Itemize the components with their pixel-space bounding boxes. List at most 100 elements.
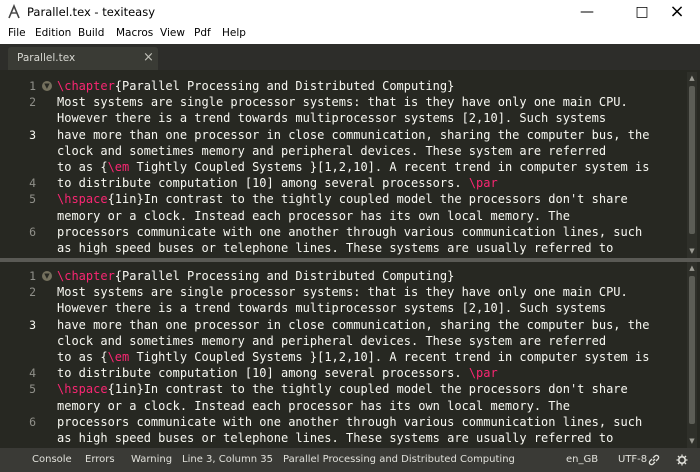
code-line[interactable]: to as {\em Tightly Coupled Systems }[1,2… [0,349,700,365]
scroll-thumb[interactable] [689,276,695,424]
latex-command: \em [107,160,130,174]
code-segment: {1in}In contrast to the tightly coupled … [107,382,628,397]
code-line[interactable]: 2 Most systems are single processor syste… [0,284,700,300]
code-text: \chapter{Parallel Processing and Distrib… [57,78,454,94]
code-segment: to distribute computation [10] among sev… [57,176,469,191]
line-number: 5 [29,192,36,207]
encoding-indicator[interactable]: UTF-8 [618,454,647,465]
latex-command: \hspace [57,192,108,207]
code-text: However there is a trend towards multipr… [57,110,606,126]
fold-icon[interactable]: ▼ [42,271,52,281]
latex-command: \par [468,176,498,191]
code-text: have more than one processor in close co… [57,127,649,143]
code-line[interactable]: 1 ▼ \chapter{Parallel Processing and Distr… [0,268,700,284]
code-text: to distribute computation [10] among sev… [57,365,498,381]
code-text: \chapter{Parallel Processing and Distrib… [57,268,454,284]
menu-file[interactable]: File [8,27,26,39]
code-segment: {Parallel Processing and Distributed Com… [114,79,455,93]
menu-build[interactable]: Build [78,27,104,39]
code-line[interactable]: However there is a trend towards multipr… [0,300,700,316]
scrollbar-bottom[interactable]: ▲ ▼ [687,262,697,448]
code-text: clock and sometimes memory and periphera… [57,143,606,159]
scroll-down-icon[interactable]: ▼ [688,247,696,255]
code-text: Most systems are single processor system… [57,284,628,300]
editor-pane-bottom[interactable]: 1 ▼ \chapter{Parallel Processing and Distr… [0,262,700,448]
language-indicator[interactable]: en_GB [566,454,598,465]
code-segment: processors communicate with one another … [57,414,643,429]
errors-toggle[interactable]: Errors [85,454,115,465]
code-text: Most systems are single processor system… [57,94,628,110]
tab-close-icon[interactable]: × [143,50,154,65]
code-line[interactable]: memory or a clock. Instead each processo… [0,398,700,414]
link-icon[interactable] [648,454,660,466]
code-line[interactable]: 6 processors communicate with one another… [0,224,700,240]
close-icon: × [669,1,685,22]
fold-icon[interactable]: ▼ [42,81,52,91]
latex-command: \em [107,350,130,364]
tab-parallel-tex[interactable]: Parallel.tex × [8,47,158,70]
code-segment: memory or a clock. Instead each processo… [57,208,570,223]
latex-command: \hspace [57,382,108,397]
window-title: Parallel.tex - texiteasy [27,5,156,19]
menu-edition[interactable]: Edition [35,27,71,39]
code-line[interactable]: clock and sometimes memory and periphera… [0,333,700,349]
code-line[interactable]: However there is a trend towards multipr… [0,110,700,126]
latex-command: \chapter [57,79,115,93]
minimize-button[interactable]: — [564,0,610,24]
scroll-thumb[interactable] [689,86,695,234]
minimize-icon: — [580,4,594,20]
scroll-up-icon[interactable]: ▲ [688,264,696,272]
scroll-down-icon[interactable]: ▼ [688,437,696,445]
code-segment: have more than one processor in close co… [57,127,650,142]
code-segment: {Parallel Processing and Distributed Com… [114,269,455,283]
code-text: However there is a trend towards multipr… [57,300,606,316]
code-line[interactable]: 5 \hspace{1in}In contrast to the tightly … [0,191,700,207]
code-line[interactable]: 4 to distribute computation [10] among se… [0,175,700,191]
line-number: 2 [29,95,36,110]
code-text: to as {\em Tightly Coupled Systems }[1,2… [57,349,649,365]
line-number: 4 [29,366,36,381]
code-line[interactable]: 2 Most systems are single processor syste… [0,94,700,110]
console-toggle[interactable]: Console [32,454,72,465]
code-segment: as high speed buses or telephone lines. … [57,241,614,255]
warning-toggle[interactable]: Warning [131,454,172,465]
status-bar: Console Errors Warning Line 3, Column 35… [0,448,700,472]
line-number: 6 [29,224,36,239]
scroll-up-icon[interactable]: ▲ [688,74,696,82]
close-button[interactable]: × [654,0,700,24]
code-line[interactable]: 3 have more than one processor in close c… [0,127,700,143]
line-number: 2 [29,285,36,300]
code-line[interactable]: as high speed buses or telephone lines. … [0,240,700,256]
code-line[interactable]: 5 \hspace{1in}In contrast to the tightly … [0,381,700,397]
line-number: 4 [29,176,36,191]
code-segment: Tightly Coupled Systems }[1,2,10]. A rec… [129,160,650,174]
code-line[interactable]: 3 have more than one processor in close c… [0,317,700,333]
code-line[interactable]: as high speed buses or telephone lines. … [0,430,700,446]
line-number: 3 [29,317,36,332]
code-segment: However there is a trend towards multipr… [57,111,607,126]
menu-view[interactable]: View [160,27,185,39]
line-number: 3 [29,127,36,142]
code-segment: Most systems are single processor system… [57,285,628,300]
scrollbar-top[interactable]: ▲ ▼ [687,72,697,258]
menu-pdf[interactable]: Pdf [194,27,211,39]
menu-help[interactable]: Help [222,27,246,39]
code-line[interactable]: 1 ▼ \chapter{Parallel Processing and Distr… [0,78,700,94]
code-line[interactable]: 6 processors communicate with one another… [0,414,700,430]
code-text: as high speed buses or telephone lines. … [57,240,613,256]
gear-icon[interactable] [676,454,688,466]
code-text: processors communicate with one another … [57,414,642,430]
code-segment: clock and sometimes memory and periphera… [57,333,607,348]
code-line[interactable]: to as {\em Tightly Coupled Systems }[1,2… [0,159,700,175]
code-line[interactable]: 4 to distribute computation [10] among se… [0,365,700,381]
line-number: 1 [29,269,36,283]
editor-pane-top[interactable]: 1 ▼ \chapter{Parallel Processing and Distr… [0,72,700,258]
menu-macros[interactable]: Macros [116,27,153,39]
code-text: processors communicate with one another … [57,224,642,240]
code-segment: to as { [57,160,108,174]
code-segment: to distribute computation [10] among sev… [57,366,469,381]
code-line[interactable]: clock and sometimes memory and periphera… [0,143,700,159]
latex-command: \chapter [57,269,115,283]
code-line[interactable]: memory or a clock. Instead each processo… [0,208,700,224]
code-text: clock and sometimes memory and periphera… [57,333,606,349]
